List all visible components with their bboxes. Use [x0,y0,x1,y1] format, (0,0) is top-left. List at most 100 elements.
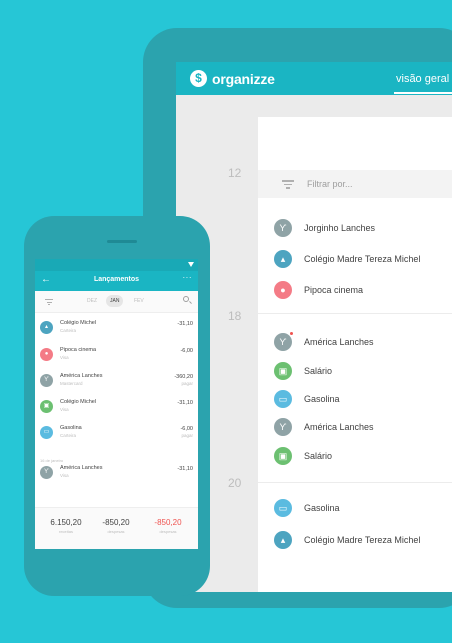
transaction-row[interactable]: ▣ Salário [274,445,332,467]
transaction-row[interactable]: ϒ América Lanches [274,416,374,438]
person-icon: ● [40,348,53,361]
transaction-row[interactable]: ϒ Jorginho Lanches [274,217,375,239]
transaction-label: Salário [304,366,333,376]
filter-icon[interactable] [282,180,294,191]
item-name: América Lanches [60,373,103,379]
day-separator [258,482,452,483]
month-tab-fev[interactable]: FEV [134,298,144,304]
day-separator [258,313,452,314]
transaction-row[interactable]: ϒ América Lanches [274,331,374,353]
day-label: 20 [228,476,242,490]
transaction-label: Gasolina [304,394,340,404]
list-item[interactable]: ϒ América Lanches Mastercard -360,20 pagar [40,371,193,393]
app-logo[interactable]: $ organizze [190,70,275,87]
item-name: Colégio Michel [60,320,97,326]
footer-label: despesas [107,529,125,534]
item-name: Pipoca cinema [60,347,97,353]
nav-visao-geral[interactable]: visão geral [396,73,449,85]
item-amount: -6,00 [180,348,193,354]
transaction-row[interactable]: ▴ Colégio Madre Tereza Michel [274,529,420,551]
item-account: Visa [60,407,69,412]
transaction-row[interactable]: ▴ Colégio Madre Tereza Michel [274,248,420,270]
transaction-label: Salário [304,451,333,461]
month-tab-jan[interactable]: JAN [106,295,124,307]
unread-dot [289,331,294,336]
transaction-label: Jorginho Lanches [304,223,376,233]
item-account: Mastercard [60,381,83,386]
item-status: pagar [181,433,193,438]
search-icon[interactable] [183,296,189,302]
item-account: Carteira [60,328,77,333]
transaction-row[interactable]: ▭ Gasolina [274,388,340,410]
item-amount: -31,10 [177,466,193,472]
screen-title: Lançamentos [93,276,140,283]
logo-text: organizze [212,70,275,87]
graduation-cap-icon: ▴ [40,321,53,334]
item-name: Colégio Michel [60,399,97,405]
transaction-label: Gasolina [304,503,340,513]
fork-knife-icon: ϒ [40,374,53,387]
list-item[interactable]: ▣ Colégio Michel Visa -31,10 [40,397,193,419]
list-item[interactable]: ● Pipoca cinema Visa -6,00 [40,345,193,367]
item-name: América Lanches [60,465,103,471]
tablet-screen: $ organizze visão geral 12 18 20 Filtrar… [176,62,452,592]
filter-bar[interactable]: Filtrar por... [258,170,452,198]
footer-label: receitas [58,529,73,534]
list-item[interactable]: ▴ Colégio Michel Carteira -31,10 [40,318,193,340]
graduation-cap-icon: ▴ [274,531,292,549]
person-icon: ● [274,281,292,299]
fork-knife-icon: ϒ [274,219,292,237]
transaction-row[interactable]: ▣ Salário [274,360,332,382]
filter-input[interactable]: Filtrar por... [307,179,353,189]
status-bar [35,259,198,271]
transaction-label: América Lanches [304,422,374,432]
footer-value: -850,20 [102,518,130,527]
top-bar: $ organizze visão geral [176,62,452,95]
nav-active-indicator [394,92,452,94]
item-amount: -31,10 [177,400,193,406]
transaction-label: Colégio Madre Tereza Michel [304,535,421,545]
month-selector: DEZ JAN FEV [35,291,198,313]
item-status: pagar [181,381,193,386]
footer-value: 6.150,20 [50,518,82,527]
footer-label: despesas [159,529,177,534]
item-account: Visa [60,473,69,478]
car-icon: ▭ [274,499,292,517]
graduation-cap-icon: ▴ [274,250,292,268]
car-icon: ▭ [274,390,292,408]
footer-receitas: 6.150,20 receitas [41,518,91,534]
totals-footer: 6.150,20 receitas -850,20 despesas -850,… [35,507,198,549]
month-tab-dez[interactable]: DEZ [87,298,97,304]
item-amount: -31,10 [177,321,193,327]
item-amount: -6,00 [180,426,193,432]
transaction-label: Colégio Madre Tereza Michel [304,254,421,264]
item-amount: -360,20 [174,374,193,380]
transaction-label: Pipoca cinema [304,285,364,295]
day-label: 18 [228,309,242,323]
signal-icon [188,262,194,267]
transactions-panel: Filtrar por... ϒ Jorginho Lanches ▴ Colégio… [258,117,452,592]
money-icon: ▣ [40,400,53,413]
date-group-label: 16 de janeiro [40,458,64,463]
app-bar: ← Lançamentos ··· [35,271,198,291]
transaction-row[interactable]: ▭ Gasolina [274,497,340,519]
money-icon: ▣ [274,447,292,465]
fork-knife-icon: ϒ [274,418,292,436]
phone-speaker [107,240,137,243]
phone-screen: ← Lançamentos ··· DEZ JAN FEV ▴ Colégio M… [35,259,198,549]
list-item[interactable]: ▭ Gasolina Carteira -6,00 pagar [40,423,193,445]
footer-value: -850,20 [154,518,182,527]
filter-icon[interactable] [45,299,53,307]
money-icon: ▣ [274,362,292,380]
transaction-row[interactable]: ● Pipoca cinema [274,279,363,301]
more-options-icon[interactable]: ··· [183,273,193,282]
item-account: Visa [60,355,69,360]
car-icon: ▭ [40,426,53,439]
transaction-label: América Lanches [304,337,374,347]
footer-despesas: -850,20 despesas [91,518,141,534]
day-label: 12 [228,166,242,180]
logo-mark-icon: $ [190,70,207,87]
fork-knife-icon: ϒ [40,466,53,479]
list-item[interactable]: ϒ América Lanches Visa -31,10 [40,463,193,485]
footer-balance: -850,20 despesas [143,518,193,534]
